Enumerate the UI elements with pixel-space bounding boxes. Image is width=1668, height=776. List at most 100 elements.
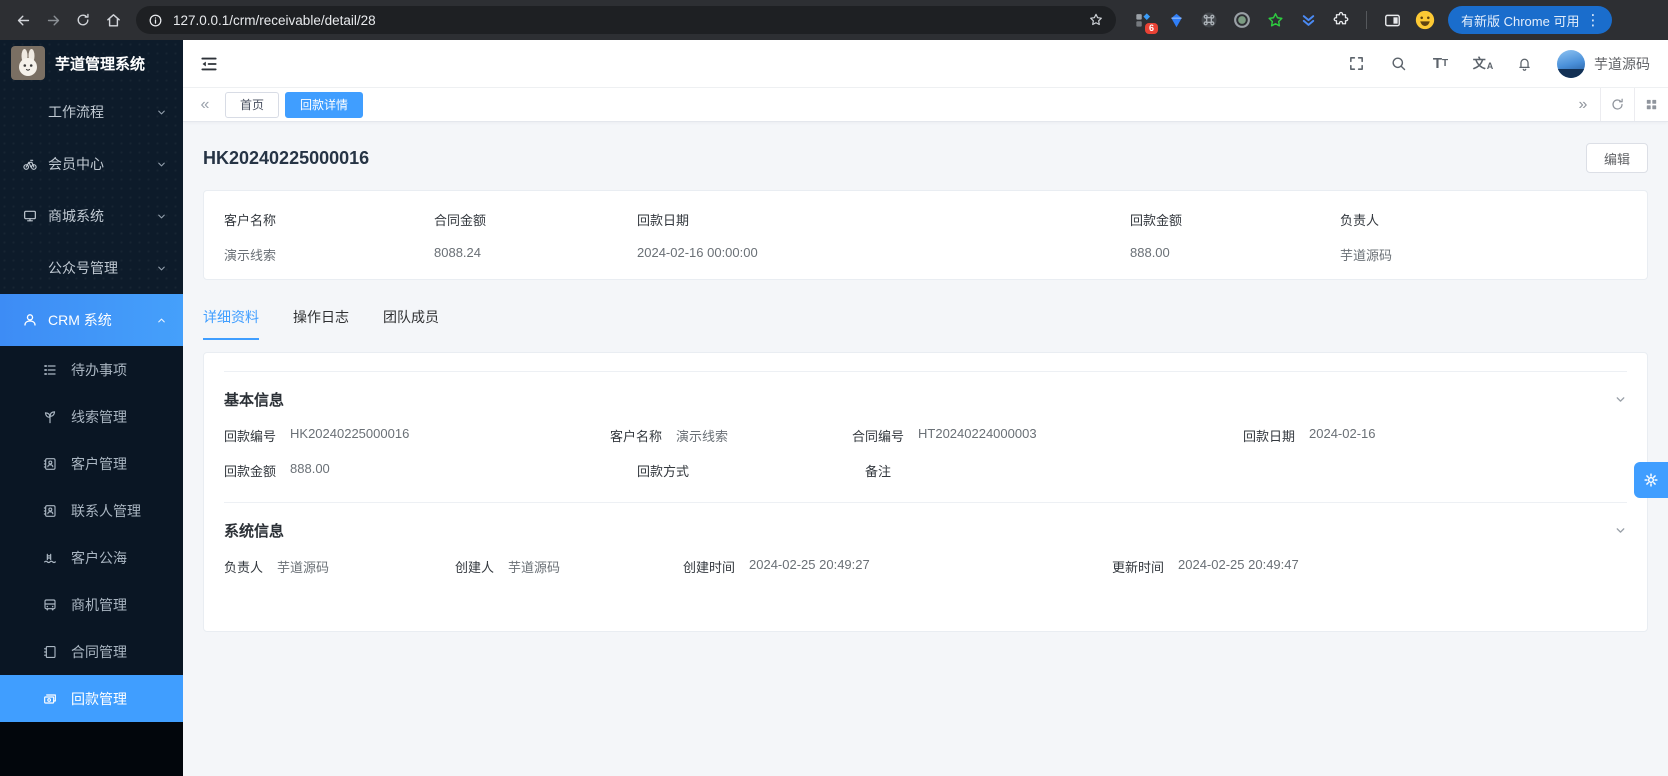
user-name: 芋道源码 bbox=[1594, 54, 1650, 74]
summary-field: 负责人 芋道源码 bbox=[1340, 210, 1627, 260]
summary-card: 客户名称 演示线索 合同金额 8088.24 回款日期 2024-02-16 0… bbox=[203, 190, 1648, 280]
summary-field: 回款日期 2024-02-16 00:00:00 bbox=[637, 210, 1130, 260]
browser-reload-icon[interactable] bbox=[68, 5, 98, 35]
page-content: HK20240225000016 编辑 客户名称 演示线索 合同金额 8088.… bbox=[183, 122, 1668, 776]
menu-icon-placeholder bbox=[22, 260, 38, 276]
seedling-icon bbox=[42, 409, 58, 425]
tab-operation-log[interactable]: 操作日志 bbox=[293, 307, 349, 340]
brand: 芋道管理系统 bbox=[0, 40, 183, 86]
basic-info-title: 基本信息 bbox=[224, 389, 284, 410]
collapse-chevron-icon[interactable] bbox=[1614, 524, 1627, 537]
search-icon[interactable] bbox=[1389, 54, 1408, 73]
detail-card: 基本信息 回款编号HK20240225000016 客户名称演示线索 合同编号H… bbox=[203, 352, 1648, 632]
site-info-icon[interactable] bbox=[148, 13, 163, 28]
chrome-update-label: 有新版 Chrome 可用 bbox=[1461, 11, 1579, 30]
crm-submenu: 待办事项 线索管理 客户管理 联系人管理 客户公海 bbox=[0, 346, 183, 776]
extensions-puzzle-icon[interactable] bbox=[1330, 9, 1352, 31]
screen: 127.0.0.1/crm/receivable/detail/28 6 有新版… bbox=[0, 0, 1668, 776]
detail-tabs: 详细资料 操作日志 团队成员 bbox=[203, 307, 1648, 340]
sidebar-item-contact[interactable]: 联系人管理 bbox=[0, 487, 183, 534]
extension-chevrons-icon[interactable] bbox=[1297, 9, 1319, 31]
sidebar-void bbox=[0, 722, 183, 776]
sidebar-item-clue[interactable]: 线索管理 bbox=[0, 393, 183, 440]
tab-team-members[interactable]: 团队成员 bbox=[383, 307, 439, 340]
pool-icon bbox=[42, 550, 58, 566]
brand-logo bbox=[11, 46, 45, 80]
tags-view-bar: « 首页 回款详情 » bbox=[183, 88, 1668, 122]
money-icon bbox=[42, 691, 58, 707]
browser-toolbar: 127.0.0.1/crm/receivable/detail/28 6 有新版… bbox=[0, 0, 1668, 40]
contact-card-icon bbox=[42, 456, 58, 472]
tab-detail-info[interactable]: 详细资料 bbox=[203, 307, 259, 340]
user-avatar bbox=[1557, 50, 1585, 78]
summary-field: 客户名称 演示线索 bbox=[224, 210, 434, 260]
tag-home[interactable]: 首页 bbox=[225, 92, 279, 118]
font-size-icon[interactable]: TT bbox=[1431, 54, 1450, 73]
fullscreen-icon[interactable] bbox=[1347, 54, 1366, 73]
address-bar[interactable]: 127.0.0.1/crm/receivable/detail/28 bbox=[136, 6, 1116, 34]
chevron-down-icon bbox=[156, 159, 167, 170]
contact-book-icon bbox=[42, 503, 58, 519]
sidebar-item-contract[interactable]: 合同管理 bbox=[0, 628, 183, 675]
sidebar: 芋道管理系统 工作流程 会员中心 商城系统 公众号管理 bbox=[0, 40, 183, 776]
system-info-title: 系统信息 bbox=[224, 520, 284, 541]
extension-blocks-icon[interactable]: 6 bbox=[1132, 9, 1154, 31]
toolbar-divider bbox=[1366, 11, 1367, 29]
sidebar-item-business[interactable]: 商机管理 bbox=[0, 581, 183, 628]
sidebar-item-member-center[interactable]: 会员中心 bbox=[0, 138, 183, 190]
gear-icon bbox=[1642, 471, 1660, 489]
basic-info-row: 回款编号HK20240225000016 客户名称演示线索 合同编号HT2024… bbox=[224, 426, 1627, 445]
system-info-row: 负责人芋道源码 创建人芋道源码 创建时间2024-02-25 20:49:27 … bbox=[224, 557, 1627, 576]
chrome-update-chip[interactable]: 有新版 Chrome 可用 ⋮ bbox=[1448, 6, 1612, 34]
extension-star-icon[interactable] bbox=[1264, 9, 1286, 31]
app-header: TT 文A 芋道源码 bbox=[183, 40, 1668, 88]
page-title: HK20240225000016 bbox=[203, 148, 369, 169]
extension-ring-icon[interactable] bbox=[1231, 9, 1253, 31]
url-text: 127.0.0.1/crm/receivable/detail/28 bbox=[173, 13, 376, 28]
sidebar-item-customer-pool[interactable]: 客户公海 bbox=[0, 534, 183, 581]
brand-title: 芋道管理系统 bbox=[55, 53, 145, 74]
scroll-right-icon[interactable]: » bbox=[1566, 88, 1600, 121]
extension-command-icon[interactable] bbox=[1198, 9, 1220, 31]
sidebar-item-crm[interactable]: CRM 系统 bbox=[0, 294, 183, 346]
checklist-icon bbox=[42, 362, 58, 378]
browser-forward-icon[interactable] bbox=[38, 5, 68, 35]
profile-avatar-icon[interactable] bbox=[1414, 9, 1436, 31]
collapse-chevron-icon[interactable] bbox=[1614, 393, 1627, 406]
sidebar-item-workflow[interactable]: 工作流程 bbox=[0, 86, 183, 138]
refresh-tab-icon[interactable] bbox=[1600, 88, 1634, 121]
browser-menu-icon[interactable]: ⋮ bbox=[1579, 11, 1606, 29]
side-panel-icon[interactable] bbox=[1381, 9, 1403, 31]
edit-button[interactable]: 编辑 bbox=[1586, 143, 1648, 173]
chevron-up-icon bbox=[156, 315, 167, 326]
collapse-menu-icon[interactable] bbox=[199, 54, 219, 74]
chevron-down-icon bbox=[156, 211, 167, 222]
layout-grid-icon[interactable] bbox=[1634, 88, 1668, 121]
browser-back-icon[interactable] bbox=[8, 5, 38, 35]
monitor-icon bbox=[22, 208, 38, 224]
bus-icon bbox=[42, 597, 58, 613]
user-menu[interactable]: 芋道源码 bbox=[1557, 50, 1650, 78]
sidebar-item-todo[interactable]: 待办事项 bbox=[0, 346, 183, 393]
user-icon bbox=[22, 312, 38, 328]
tag-receivable-detail[interactable]: 回款详情 bbox=[285, 92, 363, 118]
sidebar-item-mall-system[interactable]: 商城系统 bbox=[0, 190, 183, 242]
extension-badge: 6 bbox=[1145, 23, 1158, 34]
translate-icon[interactable]: 文A bbox=[1473, 54, 1492, 73]
chevron-down-icon bbox=[156, 107, 167, 118]
bell-icon[interactable] bbox=[1515, 54, 1534, 73]
chevron-down-icon bbox=[156, 263, 167, 274]
bookmark-star-icon[interactable] bbox=[1088, 12, 1104, 28]
extensions-area: 6 bbox=[1132, 9, 1436, 31]
extension-gem-icon[interactable] bbox=[1165, 9, 1187, 31]
scroll-left-icon[interactable]: « bbox=[191, 97, 219, 113]
summary-field: 回款金额 888.00 bbox=[1130, 210, 1340, 260]
notebook-icon bbox=[42, 644, 58, 660]
basic-info-row: 回款金额888.00 回款方式 备注 bbox=[224, 461, 1627, 480]
sidebar-item-customer[interactable]: 客户管理 bbox=[0, 440, 183, 487]
sidebar-item-receivable[interactable]: 回款管理 bbox=[0, 675, 183, 722]
menu-icon-placeholder bbox=[22, 104, 38, 120]
theme-settings-button[interactable] bbox=[1634, 462, 1668, 498]
browser-home-icon[interactable] bbox=[98, 5, 128, 35]
sidebar-item-wechat-mp[interactable]: 公众号管理 bbox=[0, 242, 183, 294]
